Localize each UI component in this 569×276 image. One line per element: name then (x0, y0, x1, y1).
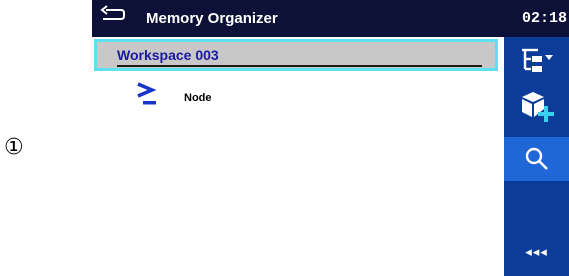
node-label: Node (184, 92, 212, 104)
sidebar: ◂◂◂ (504, 37, 569, 276)
more-icon: ◂◂◂ (525, 245, 548, 260)
page-title: Memory Organizer (146, 10, 278, 27)
workspace-item[interactable]: Workspace 003 (94, 39, 498, 71)
node-icon (135, 80, 163, 110)
tree-view-button[interactable] (504, 37, 569, 83)
clock: 02:18 (521, 10, 567, 27)
search-button[interactable] (504, 137, 569, 181)
add-object-icon (521, 92, 554, 122)
workspace-label: Workspace 003 (117, 48, 482, 67)
empty-button-slot (504, 183, 569, 233)
more-options-button[interactable]: ◂◂◂ (504, 233, 569, 276)
device-screen: Memory Organizer 02:18 Workspace 003 Nod… (92, 0, 569, 276)
add-object-button[interactable] (504, 83, 569, 131)
search-icon (525, 147, 548, 170)
title-bar: Memory Organizer 02:18 (92, 0, 569, 37)
callout-marker: ① (4, 135, 24, 160)
back-icon[interactable] (99, 5, 127, 25)
node-item[interactable]: Node (135, 80, 335, 112)
tree-view-icon (521, 48, 553, 72)
